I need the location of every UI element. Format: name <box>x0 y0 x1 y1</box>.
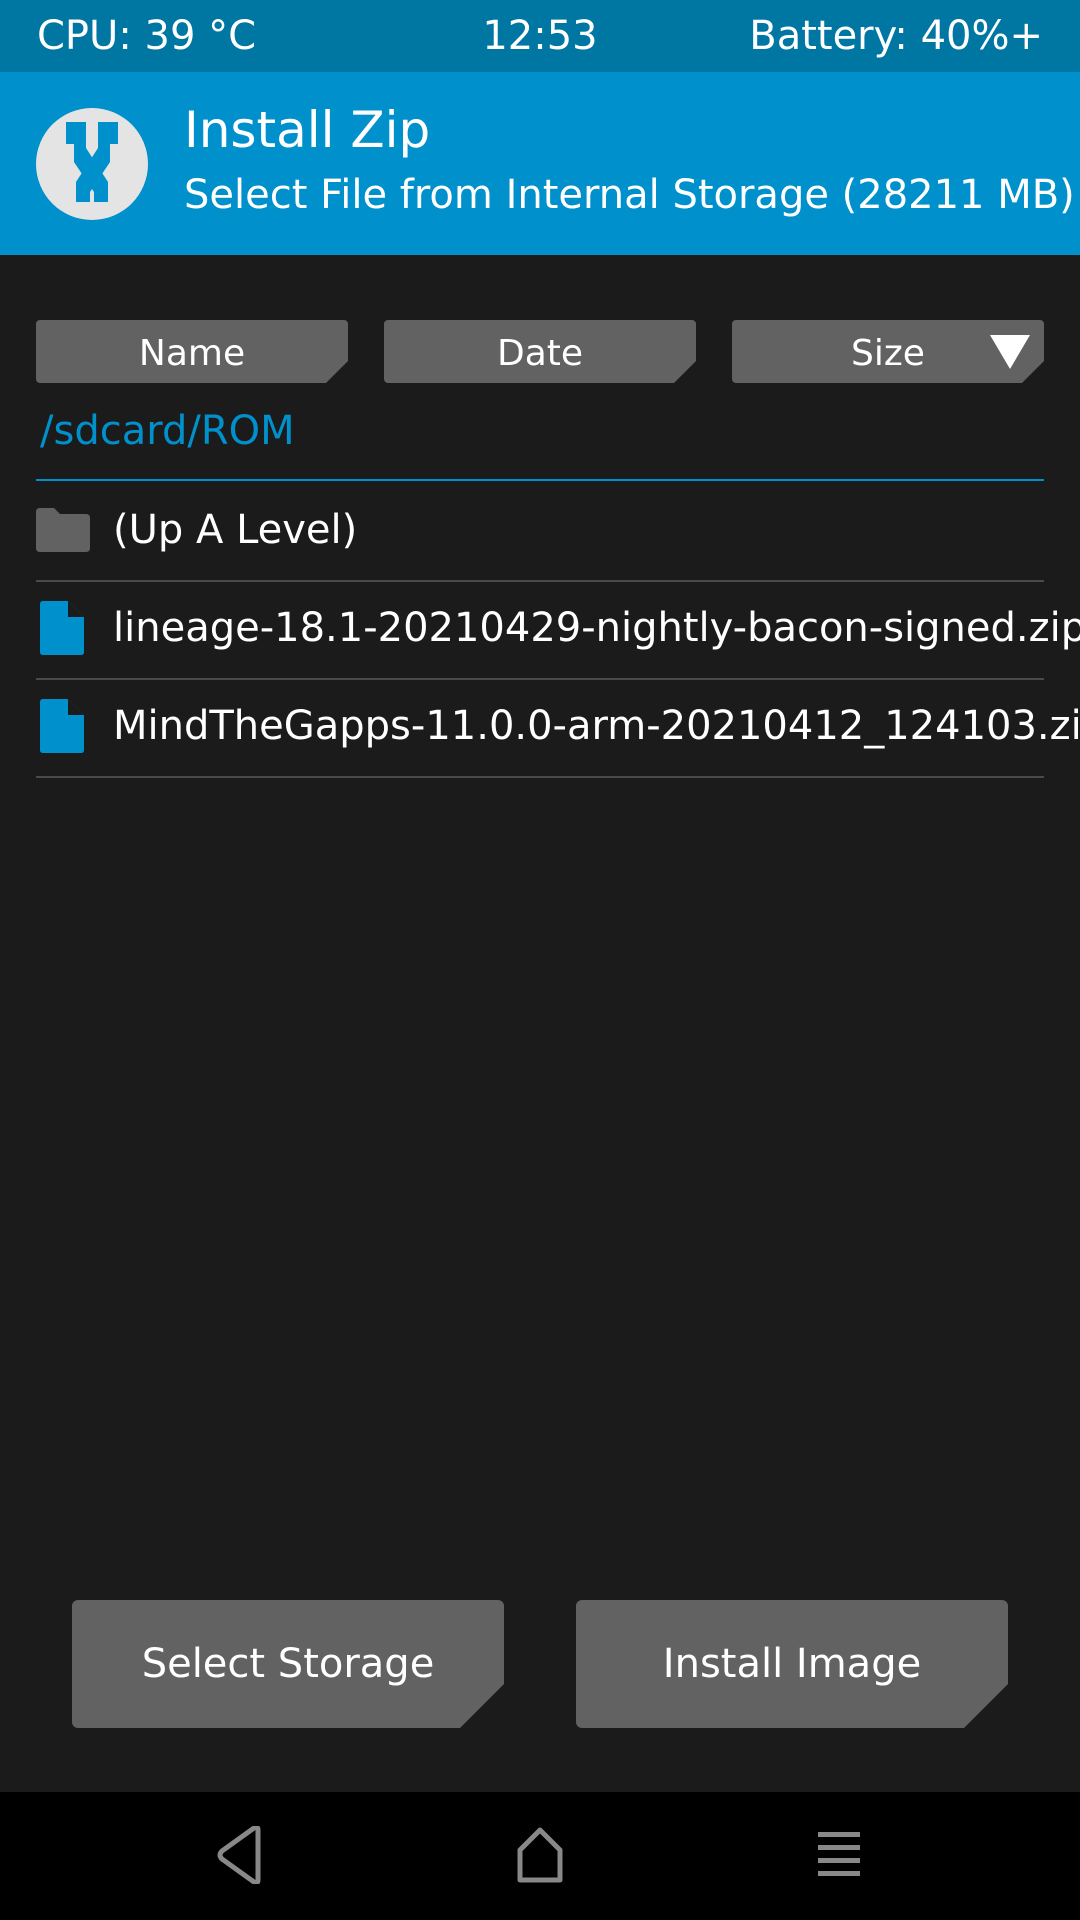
navigation-bar <box>0 1792 1080 1920</box>
cpu-temperature: CPU: 39 °C <box>37 13 257 59</box>
current-path: /sdcard/ROM <box>40 408 295 454</box>
list-item-file[interactable]: MindTheGapps-11.0.0-arm-20210412_124103.… <box>36 680 1080 778</box>
battery-status: Battery: 40%+ <box>749 13 1043 59</box>
install-image-button[interactable]: Install Image <box>576 1600 1008 1728</box>
file-name: lineage-18.1-20210429-nightly-bacon-sign… <box>113 605 1080 651</box>
sort-size-label: Size <box>851 333 925 374</box>
install-image-label: Install Image <box>662 1641 922 1687</box>
path-divider <box>36 479 1044 481</box>
status-bar: CPU: 39 °C 12:53 Battery: 40%+ <box>0 0 1080 72</box>
page-subtitle: Select File from Internal Storage (28211… <box>184 172 1075 218</box>
folder-icon <box>36 508 90 552</box>
sort-date-label: Date <box>496 333 584 374</box>
page-title: Install Zip <box>184 101 431 159</box>
sort-by-size-button[interactable]: Size <box>732 320 1044 383</box>
file-icon <box>40 601 84 655</box>
sort-descending-icon <box>990 335 1030 369</box>
back-icon[interactable] <box>216 1826 264 1884</box>
sort-name-label: Name <box>138 333 246 374</box>
select-storage-label: Select Storage <box>141 1641 435 1687</box>
sort-by-name-button[interactable]: Name <box>36 320 348 383</box>
list-item-up-level[interactable]: (Up A Level) <box>36 484 1044 582</box>
file-name: MindTheGapps-11.0.0-arm-20210412_124103.… <box>113 703 1080 749</box>
sort-by-date-button[interactable]: Date <box>384 320 696 383</box>
menu-icon[interactable] <box>816 1830 862 1880</box>
header: Install Zip Select File from Internal St… <box>0 72 1080 255</box>
file-name: (Up A Level) <box>113 507 358 553</box>
twrp-logo-icon <box>36 108 148 220</box>
list-item-file[interactable]: lineage-18.1-20210429-nightly-bacon-sign… <box>36 582 1080 680</box>
file-icon <box>40 699 84 753</box>
select-storage-button[interactable]: Select Storage <box>72 1600 504 1728</box>
home-icon[interactable] <box>516 1826 564 1884</box>
